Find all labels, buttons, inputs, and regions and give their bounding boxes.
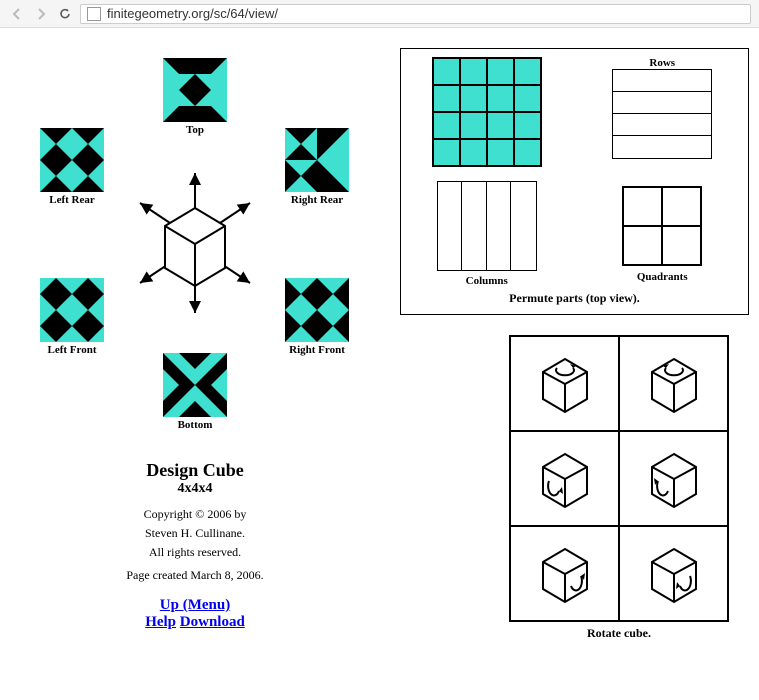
- quadrants-label: Quadrants: [585, 271, 741, 283]
- face-left-front[interactable]: Left Front: [40, 278, 104, 356]
- url-text: finitegeometry.org/sc/64/view/: [107, 6, 278, 21]
- face-left-front-label: Left Front: [40, 344, 104, 356]
- face-left-rear[interactable]: Left Rear: [40, 128, 104, 206]
- permute-rows[interactable]: Rows: [585, 57, 741, 171]
- rotate-left-ccw[interactable]: [510, 431, 619, 526]
- rotate-right-ccw[interactable]: [510, 526, 619, 621]
- page-created: Page created March 8, 2006.: [10, 568, 380, 583]
- reload-button[interactable]: [56, 5, 74, 23]
- rows-label: Rows: [585, 57, 741, 69]
- browser-chrome: finitegeometry.org/sc/64/view/: [0, 0, 759, 28]
- face-bottom-pattern: [163, 353, 227, 417]
- page-icon: [87, 7, 101, 21]
- face-right-rear[interactable]: Right Rear: [285, 128, 349, 206]
- copyright-1: Copyright © 2006 by: [10, 507, 380, 522]
- permute-columns[interactable]: Columns: [409, 181, 565, 287]
- page-subtitle: 4x4x4: [10, 481, 380, 497]
- permute-quadrants[interactable]: Quadrants: [585, 181, 741, 287]
- rotate-top-ccw[interactable]: [510, 336, 619, 431]
- copyright-2: Steven H. Cullinane.: [10, 526, 380, 541]
- permute-full[interactable]: [409, 57, 565, 171]
- face-right-front-pattern: [285, 278, 349, 342]
- copyright-3: All rights reserved.: [10, 545, 380, 560]
- face-right-rear-pattern: [285, 128, 349, 192]
- download-link[interactable]: Download: [180, 614, 245, 630]
- rotate-caption: Rotate cube.: [509, 626, 729, 641]
- back-button[interactable]: [8, 5, 26, 23]
- face-top-pattern: [163, 58, 227, 122]
- rotate-left-cw[interactable]: [619, 431, 728, 526]
- page-title: Design Cube: [10, 460, 380, 481]
- rotate-box: Rotate cube.: [509, 335, 729, 641]
- face-top[interactable]: Top: [163, 58, 227, 136]
- design-cube-panel: Top Left Rear: [10, 48, 380, 641]
- face-right-rear-label: Right Rear: [285, 194, 349, 206]
- help-link[interactable]: Help: [145, 614, 176, 630]
- face-bottom-label: Bottom: [163, 419, 227, 431]
- face-right-front-label: Right Front: [285, 344, 349, 356]
- rotate-right-cw[interactable]: [619, 526, 728, 621]
- face-left-front-pattern: [40, 278, 104, 342]
- columns-label: Columns: [409, 275, 565, 287]
- cube-3d-axes: [130, 168, 260, 318]
- forward-button[interactable]: [32, 5, 50, 23]
- face-left-rear-label: Left Rear: [40, 194, 104, 206]
- face-left-rear-pattern: [40, 128, 104, 192]
- face-bottom[interactable]: Bottom: [163, 353, 227, 431]
- info-block: Design Cube 4x4x4 Copyright © 2006 by St…: [10, 460, 380, 631]
- face-top-label: Top: [163, 124, 227, 136]
- permute-box: Rows Columns Quadrants Permute parts (to…: [400, 48, 749, 315]
- rotate-top-cw[interactable]: [619, 336, 728, 431]
- url-bar[interactable]: finitegeometry.org/sc/64/view/: [80, 4, 751, 24]
- face-right-front[interactable]: Right Front: [285, 278, 349, 356]
- up-link[interactable]: Up (Menu): [160, 597, 230, 613]
- permute-caption: Permute parts (top view).: [409, 291, 740, 306]
